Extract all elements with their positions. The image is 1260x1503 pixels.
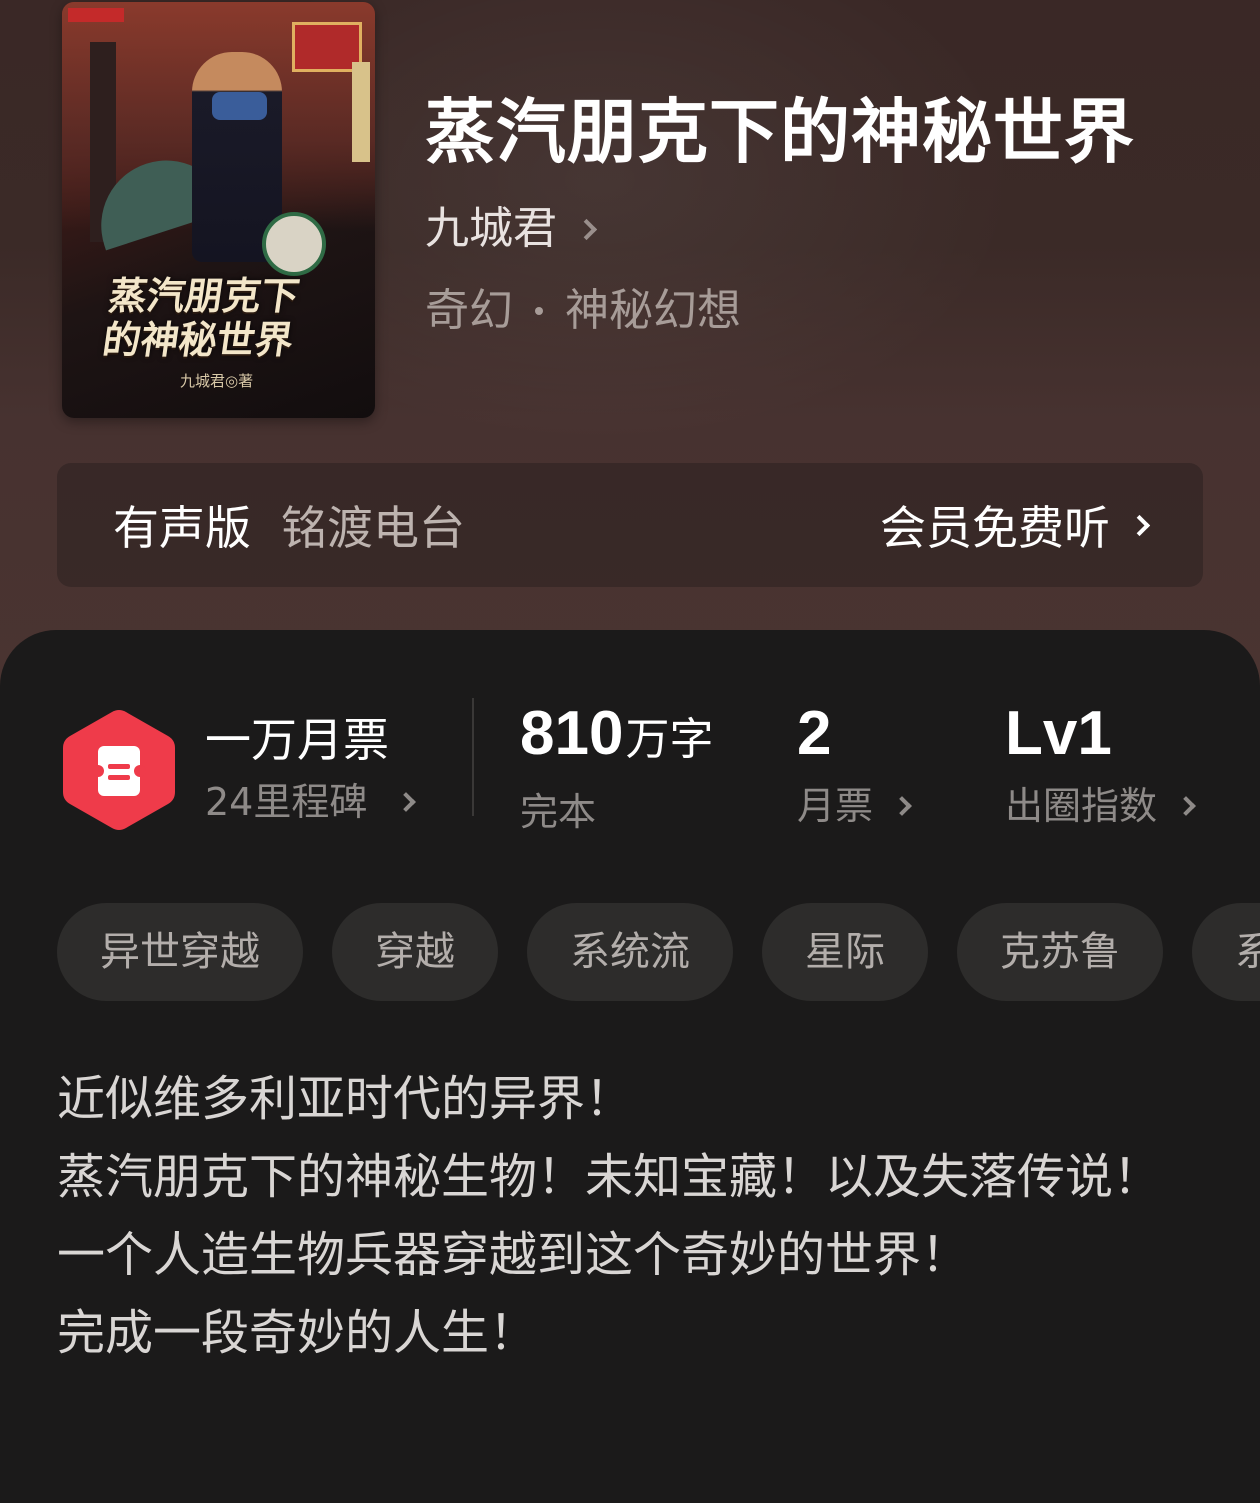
cover-title: 蒸汽朋克下 的神秘世界 <box>99 273 303 362</box>
cover-art-banner <box>352 62 370 162</box>
cover-art-emblem <box>262 212 326 276</box>
tag-chip[interactable]: 系 <box>1192 903 1260 1001</box>
word-count-unit: 万字 <box>625 714 714 765</box>
tag-chip[interactable]: 穿越 <box>332 903 498 1001</box>
description-line: 近似维多利亚时代的异界！ <box>57 1071 634 1127</box>
ticket-milestone-subtitle: 24里程碑 <box>205 780 368 824</box>
popularity-label: 出圈指数 <box>1005 784 1158 828</box>
chevron-right-icon <box>575 218 598 240</box>
description-line: 完成一段奇妙的人生！ <box>57 1305 538 1361</box>
description-line: 蒸汽朋克下的神秘生物！未知宝藏！以及失落传说！ <box>57 1149 1162 1205</box>
tag-chip[interactable]: 异世穿越 <box>57 903 303 1001</box>
book-title: 蒸汽朋克下的神秘世界 <box>425 90 1135 173</box>
ticket-hexagon-icon[interactable] <box>60 708 178 832</box>
genre-line: 奇幻 神秘幻想 <box>425 284 741 338</box>
word-count-value: 810 <box>520 699 624 768</box>
tag-chip[interactable]: 克苏鲁 <box>957 903 1163 1001</box>
genre-category[interactable]: 奇幻 <box>425 284 513 338</box>
book-description[interactable]: 近似维多利亚时代的异界！ 蒸汽朋克下的神秘生物！未知宝藏！以及失落传说！ 一个人… <box>57 1060 1207 1372</box>
stat-word-count: 810 万字 完本 <box>520 700 713 836</box>
chevron-right-icon <box>396 792 417 812</box>
audiobook-bar[interactable]: 有声版 铭渡电台 会员免费听 <box>57 463 1203 587</box>
audiobook-station: 铭渡电台 <box>281 501 465 555</box>
tag-chip[interactable]: 系统流 <box>527 903 733 1001</box>
ticket-milestone-link[interactable]: 24里程碑 <box>205 778 417 826</box>
stat-popularity[interactable]: Lv1 出圈指数 <box>1005 699 1196 830</box>
ticket-milestone-title[interactable]: 一万月票 <box>205 712 389 768</box>
monthly-ticket-label: 月票 <box>797 784 874 828</box>
chevron-right-icon <box>892 796 912 816</box>
author-name: 九城君 <box>425 203 557 254</box>
listen-free-label: 会员免费听 <box>880 501 1110 555</box>
chevron-right-icon <box>1128 514 1151 536</box>
author-link[interactable]: 九城君 <box>425 202 598 256</box>
separator-dot <box>535 307 543 315</box>
publisher-logo <box>68 8 124 22</box>
audiobook-label: 有声版 <box>113 501 251 555</box>
popularity-value: Lv1 <box>1005 699 1112 768</box>
description-line: 一个人造生物兵器穿越到这个奇妙的世界！ <box>57 1227 970 1283</box>
completion-status: 完本 <box>520 790 597 834</box>
book-cover[interactable]: 蒸汽朋克下 的神秘世界 九城君◎著 <box>62 2 375 418</box>
chevron-right-icon <box>1176 796 1196 816</box>
tag-list: 异世穿越 穿越 系统流 星际 克苏鲁 系 <box>57 903 1260 1001</box>
listen-free-button[interactable]: 会员免费听 <box>880 492 1151 558</box>
tag-chip[interactable]: 星际 <box>762 903 928 1001</box>
cover-author: 九城君◎著 <box>180 372 254 390</box>
cover-art-collar <box>212 92 267 120</box>
genre-subcategory[interactable]: 神秘幻想 <box>565 284 741 338</box>
monthly-ticket-value: 2 <box>797 699 832 768</box>
stats-divider <box>472 698 474 816</box>
stat-monthly-tickets[interactable]: 2 月票 <box>797 699 912 830</box>
